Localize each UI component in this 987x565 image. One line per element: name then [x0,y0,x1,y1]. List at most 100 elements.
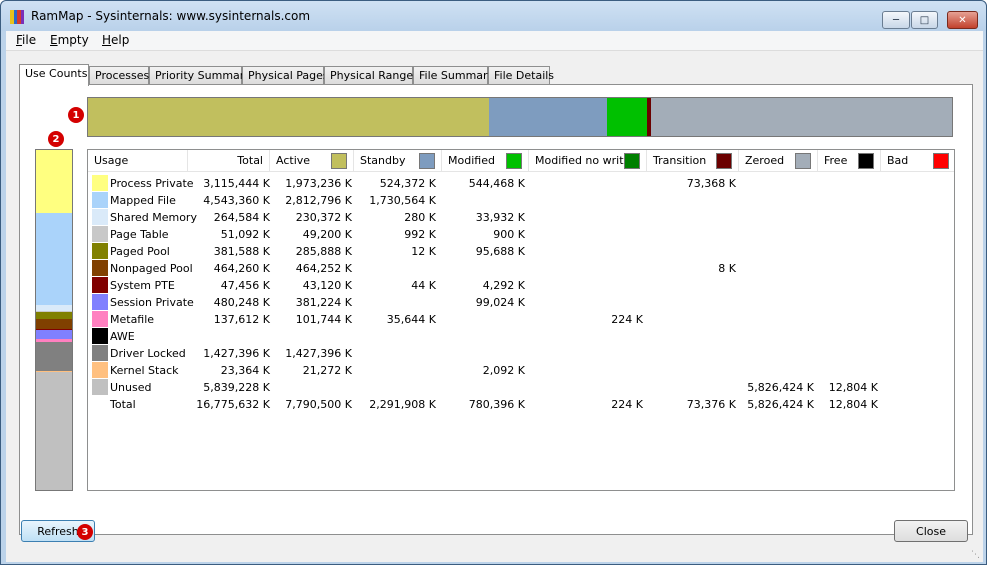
use-counts-table: Usage Total Active Standby Modified Modified … [87,149,955,491]
type-bar-segment-driver-locked [36,342,72,372]
menu-file[interactable]: File [16,33,36,47]
row-color-swatch [92,311,108,327]
legend-swatch-active [331,153,347,169]
minimize-button[interactable]: ─ [882,11,910,29]
table-header: Usage Total Active Standby Modified Modified … [88,150,954,172]
legend-swatch-modified_no_write [624,153,640,169]
tab-use-counts[interactable]: Use Counts [19,64,89,86]
cell-standby: 2,291,908 K [369,398,436,411]
cell-total: 47,456 K [220,279,270,292]
usage-bar-segment-standby [489,98,608,136]
column-header-usage[interactable]: Usage [88,150,188,172]
list-usage-bar [87,97,953,137]
table-row[interactable]: System PTE 47,456 K 43,120 K 44 K 4,292 K [88,277,954,294]
rammap-window: RamMap - Sysinternals: www.sysinternals.… [0,0,987,565]
table-row[interactable]: Total 16,775,632 K 7,790,500 K 2,291,908 K 7… [88,396,954,413]
row-usage-label: Shared Memory [110,211,197,224]
cell-modified: 4,292 K [482,279,525,292]
window-title: RamMap - Sysinternals: www.sysinternals.… [31,9,311,23]
column-header-label: Usage [94,154,129,167]
cell-total: 51,092 K [220,228,270,241]
cell-total: 4,543,360 K [203,194,270,207]
cell-active: 381,224 K [295,296,352,309]
column-header-standby[interactable]: Standby [354,150,442,172]
row-usage-label: Driver Locked [110,347,186,360]
cell-total: 1,427,396 K [203,347,270,360]
maximize-button[interactable]: □ [911,11,938,29]
column-header-total[interactable]: Total [188,150,270,172]
row-usage-label: Unused [110,381,152,394]
menu-help[interactable]: Help [102,33,129,47]
client-area: File Empty Help Use Counts Processes Pri… [6,31,983,562]
legend-swatch-zeroed [795,153,811,169]
column-header-bad[interactable]: Bad [881,150,954,172]
cell-standby: 992 K [404,228,436,241]
type-bar-segment-process-private [36,150,72,214]
table-row[interactable]: Unused 5,839,228 K 5,826,424 K 12,804 K [88,379,954,396]
minimize-icon: ─ [892,14,900,26]
column-header-active[interactable]: Active [270,150,354,172]
cell-active: 21,272 K [302,364,352,377]
cell-transition: 73,376 K [686,398,736,411]
column-header-free[interactable]: Free [818,150,881,172]
column-header-label: Transition [653,154,707,167]
table-row[interactable]: Shared Memory 264,584 K 230,372 K 280 K 33,9… [88,209,954,226]
close-button[interactable]: Close [894,520,968,542]
cell-zeroed: 5,826,424 K [747,398,814,411]
row-color-swatch [92,243,108,259]
table-row[interactable]: Paged Pool 381,588 K 285,888 K 12 K 95,688 K [88,243,954,260]
cell-active: 1,427,396 K [285,347,352,360]
row-usage-label: Page Table [110,228,169,241]
menu-empty[interactable]: Empty [50,33,89,47]
maximize-icon: □ [919,14,930,26]
type-bar-segment-unused [36,371,72,490]
table-row[interactable]: Mapped File 4,543,360 K 2,812,796 K 1,730,5… [88,192,954,209]
cell-free: 12,804 K [828,381,878,394]
table-row[interactable]: Metafile 137,612 K 101,744 K 35,644 K 224 K [88,311,954,328]
column-header-label: Modified no write [535,154,631,167]
cell-total: 381,588 K [213,245,270,258]
cell-active: 7,790,500 K [285,398,352,411]
cell-active: 1,973,236 K [285,177,352,190]
type-bar-segment-session-private [36,329,72,340]
cell-zeroed: 5,826,424 K [747,381,814,394]
marker-2: 2 [48,131,64,147]
column-header-modified-no-write[interactable]: Modified no write [529,150,647,172]
table-row[interactable]: AWE [88,328,954,345]
table-row[interactable]: Page Table 51,092 K 49,200 K 992 K 900 K [88,226,954,243]
row-usage-label: Mapped File [110,194,176,207]
tab-physical-pages[interactable]: Physical Pages [242,66,329,85]
row-color-swatch [92,328,108,344]
table-row[interactable]: Kernel Stack 23,364 K 21,272 K 2,092 K [88,362,954,379]
cell-modified: 900 K [493,228,525,241]
memory-type-bar [35,149,73,491]
column-header-label: Total [237,154,263,167]
type-bar-segment-nonpaged-pool [36,319,72,329]
column-header-zeroed[interactable]: Zeroed [739,150,818,172]
tab-file-details[interactable]: File Details [488,66,554,85]
table-row[interactable]: Session Private 480,248 K 381,224 K 99,024 … [88,294,954,311]
table-row[interactable]: Process Private 3,115,444 K 1,973,236 K 524… [88,175,954,192]
row-color-swatch [92,209,108,225]
tab-processes[interactable]: Processes [89,66,149,85]
table-row[interactable]: Nonpaged Pool 464,260 K 464,252 K 8 K [88,260,954,277]
row-color-swatch [92,362,108,378]
table-row[interactable]: Driver Locked 1,427,396 K 1,427,396 K [88,345,954,362]
row-usage-label: AWE [110,330,135,343]
cell-active: 2,812,796 K [285,194,352,207]
marker-3: 3 [77,524,93,540]
column-header-modified[interactable]: Modified [442,150,529,172]
usage-bar-segment-zeroed [651,98,952,136]
tab-file-summary[interactable]: File Summary [413,66,494,85]
title-bar[interactable]: RamMap - Sysinternals: www.sysinternals.… [1,1,986,31]
tab-physical-ranges[interactable]: Physical Ranges [324,66,419,85]
resize-grip-icon[interactable]: ⋱ [971,550,981,560]
row-color-swatch [92,175,108,191]
menu-bar: File Empty Help [6,31,983,51]
cell-total: 3,115,444 K [203,177,270,190]
rammap-app-icon [10,10,24,24]
cell-active: 49,200 K [302,228,352,241]
tab-priority-summary[interactable]: Priority Summary [149,66,251,85]
column-header-transition[interactable]: Transition [647,150,739,172]
window-close-button[interactable]: ✕ [947,11,978,29]
